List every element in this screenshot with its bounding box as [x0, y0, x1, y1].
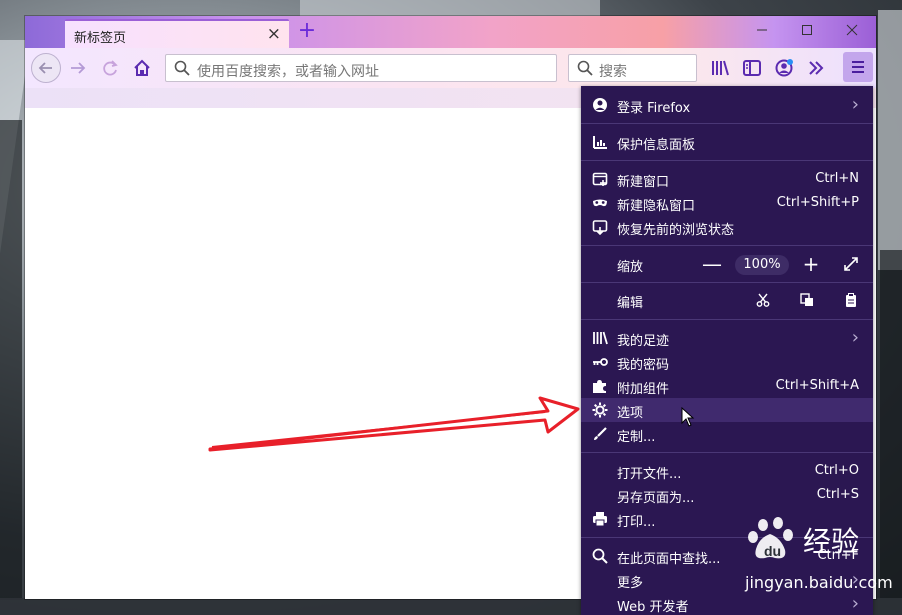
library-icon	[592, 330, 608, 346]
menu-item-open-file[interactable]: 打开文件... Ctrl+O	[581, 459, 873, 483]
menu-item-addons[interactable]: 附加组件 Ctrl+Shift+A	[581, 374, 873, 398]
gear-icon	[592, 402, 608, 418]
zoom-reset-button[interactable]: 100%	[735, 255, 789, 275]
menu-item-protections[interactable]: 保护信息面板	[581, 130, 873, 154]
copy-button[interactable]	[793, 286, 821, 314]
menu-item-new-window[interactable]: 新建窗口 Ctrl+N	[581, 167, 873, 191]
puzzle-icon	[592, 378, 608, 394]
restore-session-icon	[592, 219, 608, 236]
menu-item-private-window[interactable]: 新建隐私窗口 Ctrl+Shift+P	[581, 191, 873, 215]
scissors-icon	[756, 293, 770, 307]
chevron-right-icon: ›	[851, 593, 859, 614]
search-icon	[592, 548, 608, 564]
svg-text:du: du	[764, 543, 781, 559]
paintbrush-icon	[592, 426, 608, 442]
menu-item-options[interactable]: 选项	[581, 398, 873, 422]
menu-item-signin[interactable]: 登录 Firefox ›	[581, 93, 873, 117]
copy-icon	[800, 293, 813, 306]
new-window-icon	[592, 171, 608, 187]
cut-button[interactable]	[749, 286, 777, 314]
menu-item-zoom: 缩放 — 100% +	[581, 250, 873, 278]
menu-item-save-page[interactable]: 另存页面为... Ctrl+S	[581, 483, 873, 507]
menu-item-restore-session[interactable]: 恢复先前的浏览状态	[581, 215, 873, 239]
mouse-cursor-icon	[681, 407, 695, 427]
baidu-jingyan-watermark: du 经验 jingyan.baidu.com	[745, 516, 895, 596]
menu-item-passwords[interactable]: 我的密码	[581, 350, 873, 374]
clipboard-icon	[846, 293, 856, 307]
mask-icon	[592, 195, 608, 211]
fullscreen-button[interactable]	[837, 250, 865, 278]
zoom-in-button[interactable]: +	[797, 250, 825, 278]
chevron-right-icon: ›	[851, 327, 859, 348]
menu-item-library[interactable]: 我的足迹 ›	[581, 326, 873, 350]
menu-item-customize[interactable]: 定制...	[581, 422, 873, 446]
account-icon	[592, 97, 608, 113]
chevron-right-icon: ›	[851, 94, 859, 115]
baidu-paw-logo: du	[748, 517, 793, 559]
menu-item-edit: 编辑	[581, 286, 873, 314]
key-icon	[592, 354, 608, 370]
watermark-url: jingyan.baidu.com	[745, 573, 893, 592]
printer-icon	[592, 511, 608, 527]
watermark-brand: 经验	[803, 525, 860, 558]
paste-button[interactable]	[837, 286, 865, 314]
fullscreen-icon	[844, 257, 858, 271]
zoom-out-button[interactable]: —	[698, 250, 726, 278]
dashboard-icon	[592, 134, 608, 150]
